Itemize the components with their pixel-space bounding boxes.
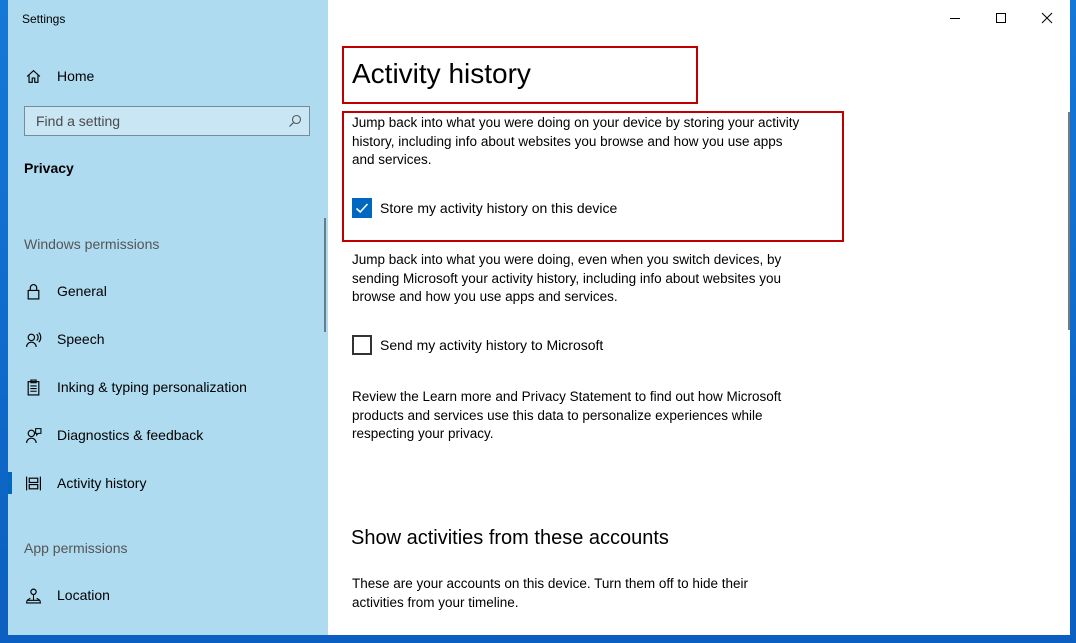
send-activity-label: Send my activity history to Microsoft xyxy=(380,337,604,353)
send-activity-checkbox-row[interactable]: Send my activity history to Microsoft xyxy=(352,334,603,356)
sidebar-item-speech[interactable]: Speech xyxy=(8,319,328,359)
send-description: Jump back into what you were doing, even… xyxy=(352,252,782,304)
selection-indicator xyxy=(8,472,12,494)
sidebar: Settings Home Find a setting Privacy Win… xyxy=(8,0,328,635)
settings-window: Settings Home Find a setting Privacy Win… xyxy=(8,0,1070,635)
sidebar-item-label: General xyxy=(57,283,107,299)
minimize-icon xyxy=(950,18,960,19)
maximize-icon xyxy=(996,13,1006,23)
nav-home-label: Home xyxy=(57,68,95,84)
feedback-icon xyxy=(24,426,42,444)
sidebar-item-label: Activity history xyxy=(57,475,147,491)
sidebar-scrollbar[interactable] xyxy=(324,218,326,332)
store-activity-checkbox-row[interactable]: Store my activity history on this device xyxy=(352,197,617,219)
close-button[interactable] xyxy=(1024,0,1070,36)
home-icon xyxy=(24,67,42,85)
sidebar-item-activity-history[interactable]: Activity history xyxy=(8,463,328,503)
timeline-icon xyxy=(24,474,42,492)
page-title: Activity history xyxy=(352,58,531,89)
sidebar-item-location[interactable]: Location xyxy=(8,575,328,615)
privacy-review-text: Review the Learn more and Privacy Statem… xyxy=(352,389,782,441)
accounts-description: These are your accounts on this device. … xyxy=(352,576,748,610)
section-title-privacy: Privacy xyxy=(24,160,74,176)
sidebar-item-label: Diagnostics & feedback xyxy=(57,427,204,443)
main-scrollbar[interactable] xyxy=(1068,112,1070,330)
sidebar-item-label: Inking & typing personalization xyxy=(57,379,247,395)
store-description: Jump back into what you were doing on yo… xyxy=(352,115,800,167)
checkmark-icon xyxy=(355,203,369,214)
lock-icon xyxy=(24,282,42,300)
main-content: Activity history Jump back into what you… xyxy=(328,0,1070,635)
store-activity-checkbox[interactable] xyxy=(352,198,372,218)
speech-icon xyxy=(24,330,42,348)
send-activity-checkbox[interactable] xyxy=(352,335,372,355)
sidebar-item-diagnostics[interactable]: Diagnostics & feedback xyxy=(8,415,328,455)
sidebar-item-label: Speech xyxy=(57,331,105,347)
titlebar-controls xyxy=(932,0,1070,36)
windows-permissions-heading: Windows permissions xyxy=(24,236,160,252)
store-activity-label: Store my activity history on this device xyxy=(380,200,618,216)
minimize-button[interactable] xyxy=(932,0,978,36)
window-title: Settings xyxy=(22,12,66,26)
location-icon xyxy=(24,586,42,604)
close-icon xyxy=(1041,12,1053,24)
maximize-button[interactable] xyxy=(978,0,1024,36)
sidebar-item-general[interactable]: General xyxy=(8,271,328,311)
clipboard-icon xyxy=(24,378,42,396)
search-placeholder: Find a setting xyxy=(36,113,121,129)
sidebar-item-inking[interactable]: Inking & typing personalization xyxy=(8,367,328,407)
app-permissions-heading: App permissions xyxy=(24,540,128,556)
accounts-heading: Show activities from these accounts xyxy=(351,527,669,549)
nav-home[interactable]: Home xyxy=(8,60,328,92)
search-input[interactable]: Find a setting xyxy=(24,106,310,136)
sidebar-item-label: Location xyxy=(57,587,110,603)
search-icon[interactable] xyxy=(287,113,303,129)
